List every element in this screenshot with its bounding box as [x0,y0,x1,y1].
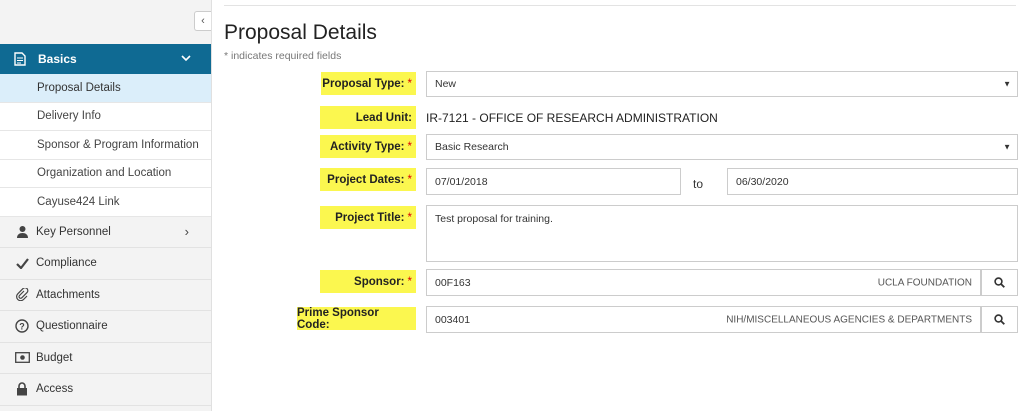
paperclip-icon [14,288,30,302]
sidebar-item-delivery-info[interactable]: Delivery Info [0,102,211,131]
sponsor-label: Sponsor: * [320,270,416,293]
sponsor-name: UCLA FOUNDATION [877,277,972,288]
proposal-type-label: Proposal Type: * [321,72,416,95]
sidebar-item-key-personnel[interactable]: Key Personnel › [0,216,211,248]
search-icon [994,277,1005,288]
sidebar-item-compliance[interactable]: Compliance [0,248,211,280]
required-marker: * [407,173,412,186]
sidebar-item-access[interactable]: Access [0,374,211,406]
sidebar-item-label: Attachments [36,288,100,301]
project-start-date-input[interactable]: 07/01/2018 [426,168,681,195]
sidebar-item-label: Organization and Location [37,167,172,180]
sidebar: ‹ Basics Proposal Details Delivery Info … [0,0,212,411]
proposal-type-select[interactable]: New ▼ [426,71,1018,97]
sidebar-nav: Basics Proposal Details Delivery Info Sp… [0,44,211,406]
question-circle-icon: ? [14,319,30,333]
sidebar-section-label: Basics [38,52,77,66]
sidebar-item-label: Budget [36,351,73,364]
sidebar-item-label: Access [36,383,74,396]
header-divider [224,5,1016,6]
document-icon [14,51,28,67]
prime-sponsor-name: NIH/MISCELLANEOUS AGENCIES & DEPARTMENTS [726,314,972,325]
dropdown-caret-icon: ▼ [1003,79,1011,89]
checkmark-icon [14,258,30,269]
sidebar-item-label: Key Personnel [36,225,111,238]
prime-sponsor-code-label: Prime Sponsor Code: [297,307,416,331]
svg-text:?: ? [19,322,25,332]
project-end-date-input[interactable]: 06/30/2020 [727,168,1018,195]
sidebar-item-budget[interactable]: Budget [0,342,211,374]
required-fields-note: * indicates required fields [224,50,342,62]
lock-icon [14,382,30,396]
sidebar-section-basics[interactable]: Basics [0,44,211,74]
search-icon [994,314,1005,325]
chevron-right-icon: › [184,224,189,240]
project-title-label: Project Title: * [320,206,416,229]
page-title: Proposal Details [224,21,377,44]
collapse-sidebar-button[interactable]: ‹ [194,11,211,31]
sidebar-item-label: Cayuse424 Link [37,195,120,208]
date-range-separator: to [693,177,704,191]
activity-type-select[interactable]: Basic Research ▼ [426,134,1018,160]
sidebar-item-sponsor-program[interactable]: Sponsor & Program Information [0,131,211,160]
required-marker: * [407,77,412,90]
dropdown-caret-icon: ▼ [1003,142,1011,152]
chevron-left-icon: ‹ [201,15,205,27]
sidebar-item-label: Compliance [36,257,97,270]
prime-sponsor-code-input[interactable]: 003401 NIH/MISCELLANEOUS AGENCIES & DEPA… [426,306,981,333]
activity-type-label: Activity Type: * [320,135,416,158]
project-title-textarea[interactable] [426,205,1018,262]
sponsor-search-button[interactable] [981,269,1018,296]
sidebar-item-attachments[interactable]: Attachments [0,279,211,311]
sidebar-item-proposal-details[interactable]: Proposal Details [0,74,211,103]
sidebar-item-label: Proposal Details [37,81,121,94]
sidebar-item-cayuse424-link[interactable]: Cayuse424 Link [0,188,211,217]
sidebar-item-questionnaire[interactable]: ? Questionnaire [0,311,211,343]
project-dates-label: Project Dates: * [320,168,416,191]
chevron-down-icon [181,53,191,65]
prime-sponsor-search-button[interactable] [981,306,1018,333]
sidebar-item-label: Questionnaire [36,320,108,333]
money-icon [14,352,30,364]
required-marker: * [407,275,412,288]
person-icon [14,225,30,239]
sponsor-code-input[interactable]: 00F163 UCLA FOUNDATION [426,269,981,296]
sidebar-item-label: Delivery Info [37,110,101,123]
sidebar-item-organization-location[interactable]: Organization and Location [0,159,211,188]
required-marker: * [407,211,412,224]
required-marker: * [407,140,412,153]
sidebar-item-label: Sponsor & Program Information [37,138,199,151]
lead-unit-label: Lead Unit: [320,106,416,129]
lead-unit-value: IR-7121 - OFFICE OF RESEARCH ADMINISTRAT… [426,110,718,125]
